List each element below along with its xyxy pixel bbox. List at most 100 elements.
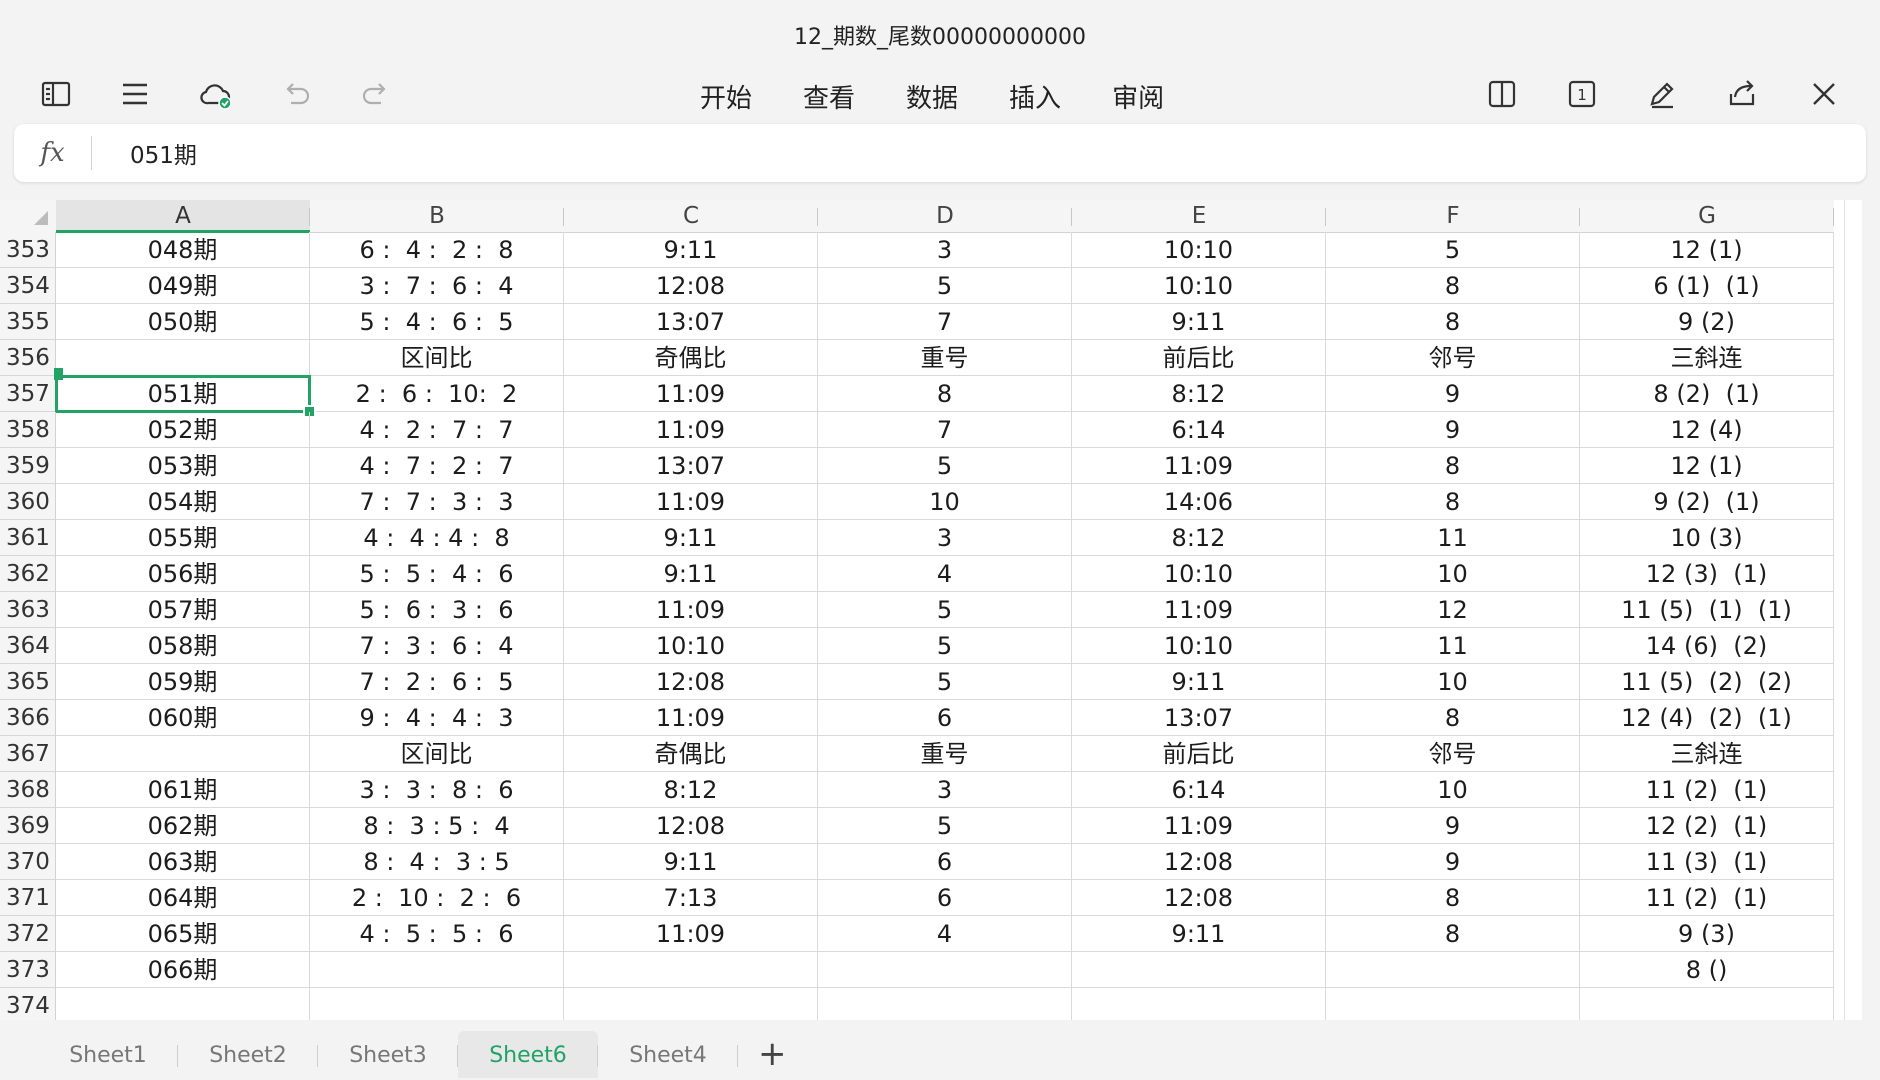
- cell-e361[interactable]: 8:12: [1072, 520, 1326, 556]
- redo-icon[interactable]: [354, 72, 398, 116]
- cell-e364[interactable]: 10:10: [1072, 628, 1326, 664]
- cell-b362[interactable]: 5 : 5 : 4 : 6: [310, 556, 564, 592]
- tab-sheet1[interactable]: Sheet1: [38, 1031, 178, 1078]
- pen-icon[interactable]: [1640, 72, 1684, 116]
- cell-b357[interactable]: 2 : 6 : 10: 2: [310, 376, 564, 412]
- cell-c359[interactable]: 13:07: [564, 448, 818, 484]
- column-header-b[interactable]: B: [310, 200, 564, 233]
- cell-a364[interactable]: 058期: [56, 628, 310, 664]
- page-count-icon[interactable]: 1: [1560, 72, 1604, 116]
- column-header-d[interactable]: D: [818, 200, 1072, 233]
- cell-d367[interactable]: 重号: [818, 736, 1072, 772]
- cell-e368[interactable]: 6:14: [1072, 772, 1326, 808]
- cell-g366[interactable]: 12 (4) (2) (1): [1580, 700, 1834, 736]
- cell-f369[interactable]: 9: [1326, 808, 1580, 844]
- cell-f367[interactable]: 邻号: [1326, 736, 1580, 772]
- cell-c374[interactable]: [564, 988, 818, 1020]
- row-header[interactable]: 362: [0, 556, 56, 592]
- cell-c372[interactable]: 11:09: [564, 916, 818, 952]
- row-header[interactable]: 358: [0, 412, 56, 448]
- column-header-a[interactable]: A: [56, 200, 310, 233]
- cell-g367[interactable]: 三斜连: [1580, 736, 1834, 772]
- cell-e360[interactable]: 14:06: [1072, 484, 1326, 520]
- add-sheet-button[interactable]: +: [758, 1030, 787, 1079]
- cell-a366[interactable]: 060期: [56, 700, 310, 736]
- cell-d369[interactable]: 5: [818, 808, 1072, 844]
- cell-g373[interactable]: 8 (): [1580, 952, 1834, 988]
- cell-g365[interactable]: 11 (5) (2) (2): [1580, 664, 1834, 700]
- cell-a365[interactable]: 059期: [56, 664, 310, 700]
- cell-c373[interactable]: [564, 952, 818, 988]
- cell-b364[interactable]: 7 : 3 : 6 : 4: [310, 628, 564, 664]
- row-header[interactable]: 365: [0, 664, 56, 700]
- row-header[interactable]: 356: [0, 340, 56, 376]
- cell-d362[interactable]: 4: [818, 556, 1072, 592]
- cell-f359[interactable]: 8: [1326, 448, 1580, 484]
- cell-a354[interactable]: 049期: [56, 268, 310, 304]
- cell-a374[interactable]: [56, 988, 310, 1020]
- cell-a359[interactable]: 053期: [56, 448, 310, 484]
- cell-f370[interactable]: 9: [1326, 844, 1580, 880]
- cell-d374[interactable]: [818, 988, 1072, 1020]
- cell-f362[interactable]: 10: [1326, 556, 1580, 592]
- cell-b355[interactable]: 5 : 4 : 6 : 5: [310, 304, 564, 340]
- column-header-g[interactable]: G: [1580, 200, 1834, 233]
- cell-f354[interactable]: 8: [1326, 268, 1580, 304]
- row-header[interactable]: 363: [0, 592, 56, 628]
- cell-c355[interactable]: 13:07: [564, 304, 818, 340]
- cell-b366[interactable]: 9 : 4 : 4 : 3: [310, 700, 564, 736]
- menu-view[interactable]: 查看: [803, 78, 855, 115]
- cell-d358[interactable]: 7: [818, 412, 1072, 448]
- row-header[interactable]: 360: [0, 484, 56, 520]
- cell-b371[interactable]: 2 : 10 : 2 : 6: [310, 880, 564, 916]
- cell-f356[interactable]: 邻号: [1326, 340, 1580, 376]
- cell-g372[interactable]: 9 (3): [1580, 916, 1834, 952]
- cell-e370[interactable]: 12:08: [1072, 844, 1326, 880]
- cell-a355[interactable]: 050期: [56, 304, 310, 340]
- cell-a356[interactable]: [56, 340, 310, 376]
- cell-d370[interactable]: 6: [818, 844, 1072, 880]
- cell-c361[interactable]: 9:11: [564, 520, 818, 556]
- row-header[interactable]: 369: [0, 808, 56, 844]
- cell-f358[interactable]: 9: [1326, 412, 1580, 448]
- cell-f366[interactable]: 8: [1326, 700, 1580, 736]
- cell-g374[interactable]: [1580, 988, 1834, 1020]
- cell-f361[interactable]: 11: [1326, 520, 1580, 556]
- cell-b372[interactable]: 4 : 5 : 5 : 6: [310, 916, 564, 952]
- cell-a353[interactable]: 048期: [56, 232, 310, 268]
- cell-c365[interactable]: 12:08: [564, 664, 818, 700]
- cell-f372[interactable]: 8: [1326, 916, 1580, 952]
- cell-a372[interactable]: 065期: [56, 916, 310, 952]
- cell-e367[interactable]: 前后比: [1072, 736, 1326, 772]
- row-header[interactable]: 353: [0, 232, 56, 268]
- cell-g354[interactable]: 6 (1) (1): [1580, 268, 1834, 304]
- cell-a367[interactable]: [56, 736, 310, 772]
- cell-d353[interactable]: 3: [818, 232, 1072, 268]
- cell-g353[interactable]: 12 (1): [1580, 232, 1834, 268]
- row-header[interactable]: 367: [0, 736, 56, 772]
- cell-g356[interactable]: 三斜连: [1580, 340, 1834, 376]
- cell-g360[interactable]: 9 (2) (1): [1580, 484, 1834, 520]
- row-header[interactable]: 372: [0, 916, 56, 952]
- cell-e374[interactable]: [1072, 988, 1326, 1020]
- cell-a362[interactable]: 056期: [56, 556, 310, 592]
- cell-e366[interactable]: 13:07: [1072, 700, 1326, 736]
- menu-data[interactable]: 数据: [906, 78, 958, 115]
- cell-e356[interactable]: 前后比: [1072, 340, 1326, 376]
- cell-f355[interactable]: 8: [1326, 304, 1580, 340]
- cell-c366[interactable]: 11:09: [564, 700, 818, 736]
- cell-g369[interactable]: 12 (2) (1): [1580, 808, 1834, 844]
- row-header[interactable]: 364: [0, 628, 56, 664]
- cell-e359[interactable]: 11:09: [1072, 448, 1326, 484]
- cell-d365[interactable]: 5: [818, 664, 1072, 700]
- cell-c356[interactable]: 奇偶比: [564, 340, 818, 376]
- cell-a358[interactable]: 052期: [56, 412, 310, 448]
- cell-d372[interactable]: 4: [818, 916, 1072, 952]
- cell-g362[interactable]: 12 (3) (1): [1580, 556, 1834, 592]
- cell-d364[interactable]: 5: [818, 628, 1072, 664]
- cell-g364[interactable]: 14 (6) (2): [1580, 628, 1834, 664]
- row-header[interactable]: 354: [0, 268, 56, 304]
- cell-e371[interactable]: 12:08: [1072, 880, 1326, 916]
- cell-f373[interactable]: [1326, 952, 1580, 988]
- cell-b360[interactable]: 7 : 7 : 3 : 3: [310, 484, 564, 520]
